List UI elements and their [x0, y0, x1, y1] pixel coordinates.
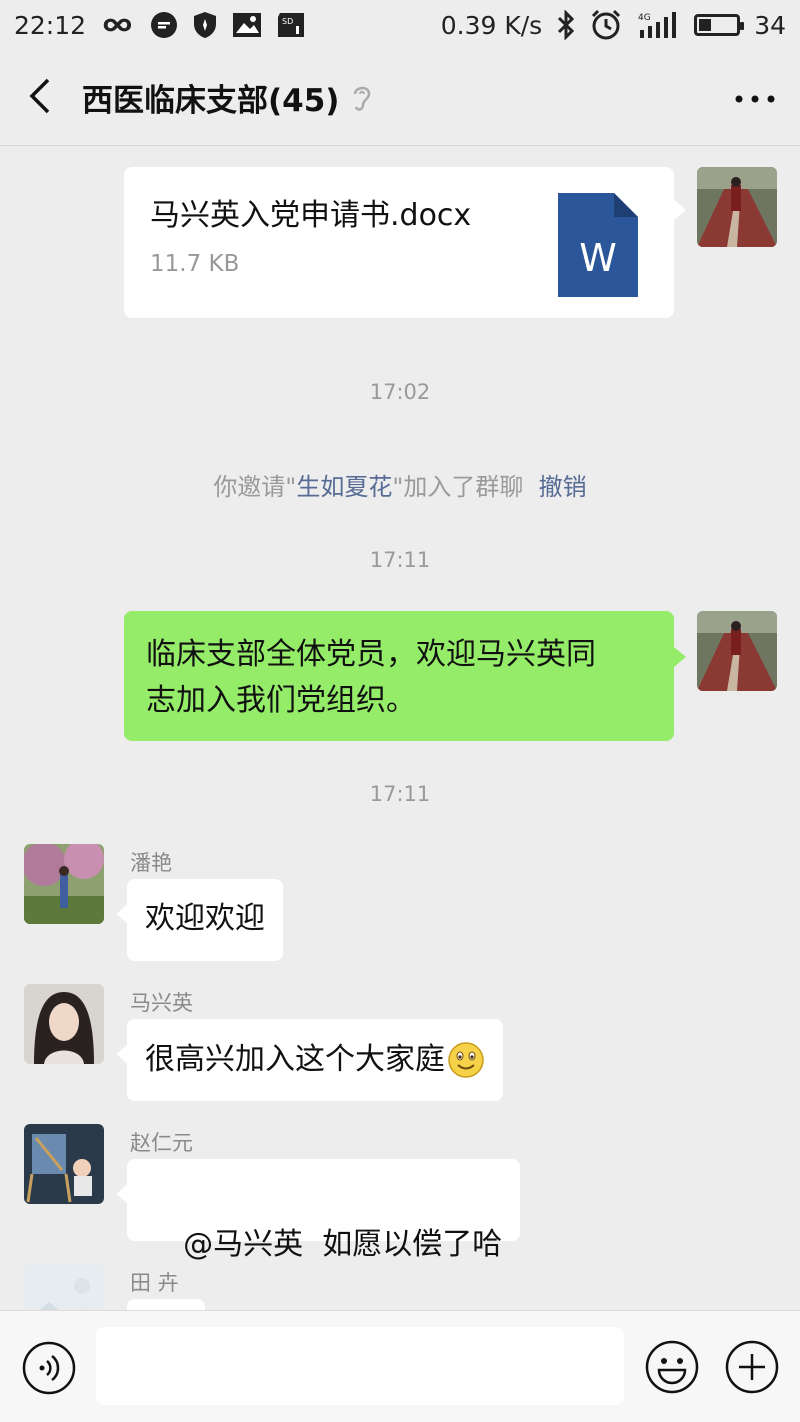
own-message-line: 临床支部全体党员，欢迎马兴英同 — [146, 637, 596, 672]
timestamp: 17:11 — [369, 782, 431, 806]
sender-name: 赵仁元 — [130, 1131, 193, 1155]
own-avatar[interactable] — [697, 167, 777, 247]
member-avatar[interactable] — [24, 1264, 104, 1310]
plus-icon — [725, 1340, 779, 1394]
battery-icon — [694, 14, 745, 36]
emoji-button[interactable] — [644, 1339, 700, 1399]
invitee-link[interactable]: 生如夏花 — [296, 473, 392, 501]
timestamp: 17:02 — [369, 380, 431, 404]
word-icon-letter: W — [579, 236, 617, 280]
more-icon — [735, 88, 775, 107]
sender-name: 马兴英 — [130, 991, 193, 1015]
revoke-link[interactable]: 撤销 — [539, 473, 587, 501]
network-speed: 0.39 K/s — [440, 10, 543, 40]
chat-icon — [150, 11, 178, 39]
status-bar: 22:12 SD 0.39 K/s 4G 34 — [0, 0, 800, 50]
message-input[interactable] — [96, 1327, 624, 1405]
member-message[interactable]: 欢迎欢迎 — [127, 879, 283, 961]
timestamp: 17:11 — [369, 548, 431, 572]
system-message-prefix: 你邀请" — [213, 473, 297, 501]
sender-name: 田 卉 — [130, 1271, 179, 1295]
message-text: @马兴英 如愿以偿了哈 — [183, 1227, 503, 1262]
message-text: 欢迎欢迎 — [145, 901, 265, 936]
bubble-tail — [674, 200, 686, 220]
svg-text:SD: SD — [282, 17, 293, 26]
back-button[interactable] — [0, 50, 80, 146]
shield-icon — [192, 11, 218, 39]
chat-header: 西医临床支部(45) — [0, 50, 800, 146]
file-size: 11.7 KB — [150, 251, 240, 277]
emoji-icon — [645, 1340, 699, 1394]
bluetooth-icon — [556, 10, 576, 40]
more-button[interactable] — [710, 50, 800, 146]
signal-icon: 4G — [636, 10, 680, 40]
chevron-left-icon — [28, 78, 52, 118]
image-icon — [232, 12, 262, 38]
more-functions-button[interactable] — [724, 1339, 780, 1399]
message-text: 很高兴加入这个大家庭 — [145, 1042, 445, 1077]
sd-card-icon: SD — [276, 12, 306, 38]
infinity-icon — [100, 15, 136, 35]
smile-emoji-icon — [447, 1041, 485, 1079]
ear-icon — [351, 83, 373, 113]
chat-title[interactable]: 西医临床支部(45) — [82, 75, 339, 120]
member-avatar[interactable] — [24, 984, 104, 1064]
member-message[interactable]: 很高兴加入这个大家庭 — [127, 1019, 503, 1101]
own-avatar[interactable] — [697, 611, 777, 691]
message-list[interactable]: 马兴英入党申请书.docx 11.7 KB W 17:02 你邀请"生如夏花"加… — [0, 147, 800, 1310]
file-name: 马兴英入党申请书.docx — [150, 198, 472, 233]
sender-name: 潘艳 — [130, 851, 172, 875]
battery-text: 34 — [754, 10, 786, 40]
own-message-line: 志加入我们党组织。 — [146, 683, 416, 718]
bubble-tail — [674, 647, 686, 667]
voice-icon — [22, 1341, 76, 1395]
member-avatar[interactable] — [24, 1124, 104, 1204]
network-type: 4G — [638, 13, 651, 23]
voice-button[interactable] — [22, 1341, 76, 1399]
word-document-icon: W — [558, 193, 638, 311]
member-message[interactable] — [127, 1299, 205, 1310]
system-message: 你邀请"生如夏花"加入了群聊 撤销 — [0, 467, 800, 502]
input-bar — [0, 1310, 800, 1422]
member-avatar[interactable] — [24, 844, 104, 924]
alarm-icon — [590, 9, 622, 41]
status-time: 22:12 — [14, 10, 87, 40]
own-message[interactable]: 临床支部全体党员，欢迎马兴英同 志加入我们党组织。 — [124, 611, 674, 741]
system-message-suffix: "加入了群聊 — [392, 473, 524, 501]
file-message[interactable]: 马兴英入党申请书.docx 11.7 KB W — [124, 167, 674, 318]
member-message[interactable]: @马兴英 如愿以偿了哈 — [127, 1159, 521, 1262]
